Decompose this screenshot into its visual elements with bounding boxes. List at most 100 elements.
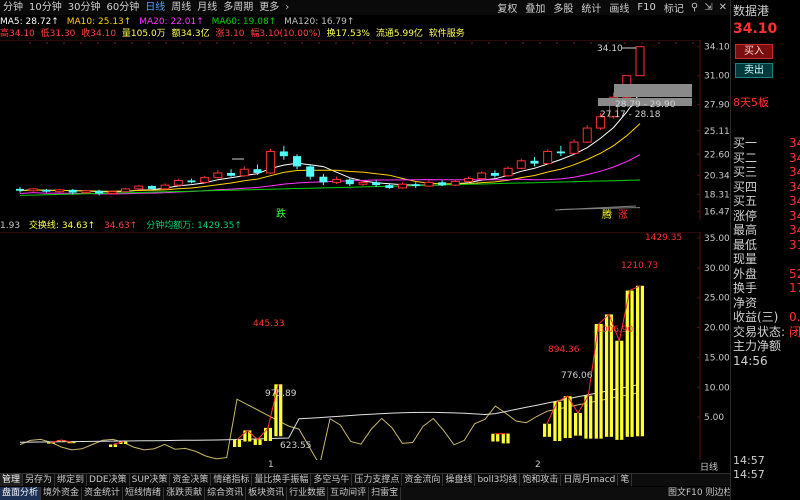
tab-fund-flow[interactable]: 资金流向 [402, 474, 444, 486]
quote-row-value: 闭 [789, 324, 800, 339]
candle-body [477, 172, 487, 180]
quote-row: 现量 [733, 252, 800, 266]
tf-30min[interactable]: 30分钟 [65, 0, 104, 15]
tab-support-resistance[interactable]: 压力支撑点 [352, 474, 403, 486]
chevron-right-icon[interactable]: › [282, 2, 292, 13]
guide-dot [505, 42, 507, 44]
quote-row-label: 外盘 [733, 266, 758, 281]
tab-manage[interactable]: 管理 [0, 474, 24, 486]
tf-1min[interactable]: 分钟 [0, 0, 26, 15]
tab-capital-stats[interactable]: 资金统计 [82, 487, 124, 500]
tf-multi-period[interactable]: 多周期 [220, 0, 256, 15]
guide-dot [131, 42, 133, 44]
tab-trade-line[interactable]: 操盘线 [443, 474, 476, 486]
sell-button[interactable]: 卖出 [735, 63, 773, 78]
time-marker-1: 1 [268, 460, 274, 470]
guide-dot [522, 42, 524, 44]
tab-sup[interactable]: SUP决策 [130, 474, 171, 486]
candle-body [121, 188, 131, 193]
quote-row-label: 换手 [733, 281, 758, 295]
guide-dot [182, 42, 184, 44]
tab-volume-ratio[interactable]: 量比换手振幅 [252, 474, 312, 486]
tab-pen[interactable]: 笔 [618, 474, 633, 486]
info-tabs: 盘面分析 境外资金 资金统计 短线情绪 涨跌贡献 综合资讯 板块资讯 行业数据 … [0, 487, 730, 500]
guide-dot [658, 42, 660, 44]
search-icon[interactable]: ⚲ [688, 2, 701, 13]
f10-button[interactable]: F10 [633, 2, 659, 13]
multi-stock-button[interactable]: 多股 [549, 0, 577, 15]
guide-dot [233, 42, 235, 44]
tab-market-analysis[interactable]: 盘面分析 [0, 487, 42, 500]
indicator-axis-label: 35.00 [704, 234, 730, 244]
tf-60min[interactable]: 60分钟 [103, 0, 142, 15]
tab-sector-news[interactable]: 板块资讯 [246, 487, 288, 500]
close-icon[interactable]: ✕ [716, 2, 730, 13]
kline-chart[interactable]: 34.10 31.00 27.90 25.11 22.60 20.34 18.31 16.47… [0, 40, 730, 220]
guide-dot [590, 42, 592, 44]
tab-risk-scan[interactable]: 扫雷宝 [369, 487, 402, 500]
guide-dot [692, 42, 694, 44]
guide-dot [471, 42, 473, 44]
quote-row-label: 最低 [733, 237, 758, 252]
tab-dde[interactable]: DDE决策 [87, 474, 130, 486]
candle-body [95, 190, 104, 194]
candle-body [319, 176, 328, 183]
period-toolbar: 分钟 10分钟 30分钟 60分钟 日线 周线 月线 多周期 更多 › 复权 叠… [0, 0, 730, 15]
tf-more[interactable]: 更多 [256, 0, 282, 15]
indicator-axis-label: 10.00 [704, 383, 730, 393]
ma5-line [19, 92, 641, 193]
candle-body [55, 189, 65, 193]
tab-bind-to[interactable]: 绑定到 [55, 474, 88, 486]
draw-line-button[interactable]: 画线 [605, 0, 633, 15]
candle-body [569, 141, 579, 154]
buy-button[interactable]: 买入 [735, 44, 773, 59]
overlay-button[interactable]: 叠加 [521, 0, 549, 15]
tab-foreign-capital[interactable]: 境外资金 [41, 487, 83, 500]
candle-body [503, 167, 513, 177]
quote-row-label: 买五 [733, 194, 758, 208]
tab-contribution[interactable]: 涨跌贡献 [164, 487, 206, 500]
tf-weekly[interactable]: 周线 [168, 0, 194, 15]
status-right: 图文F10 则边栏 [668, 487, 733, 500]
indicator-axis-label: 15.00 [704, 353, 730, 363]
candle-body [68, 189, 77, 193]
tab-industry-data[interactable]: 行业数据 [287, 487, 329, 500]
quote-row: 买一 34 [733, 136, 800, 150]
mark-button[interactable]: 标记 [660, 0, 688, 15]
candle-body [107, 191, 117, 195]
candle-body [582, 127, 592, 143]
indicator-value-label: 1006.90 [596, 325, 633, 335]
candle-body [450, 180, 460, 186]
tab-fund-decision[interactable]: 资金决策 [170, 474, 212, 486]
restore-rights-button[interactable]: 复权 [493, 0, 521, 15]
guide-dot [318, 42, 320, 44]
shrink-icon[interactable]: ⇲ [701, 2, 715, 13]
tab-save-as[interactable]: 另存为 [23, 474, 56, 486]
tf-10min[interactable]: 10分钟 [26, 0, 65, 15]
guide-dot [352, 42, 354, 44]
sidebar-toggle-link[interactable]: 则边栏 [706, 488, 733, 498]
statistics-button[interactable]: 统计 [577, 0, 605, 15]
tab-short-sentiment[interactable]: 短线情绪 [123, 487, 165, 500]
guide-dot [250, 42, 252, 44]
tab-macd[interactable]: 日周月macd [561, 474, 619, 486]
tf-daily[interactable]: 日线 [142, 0, 168, 15]
f10-text-link[interactable]: 图文F10 [668, 488, 703, 498]
tab-boll[interactable]: boll3均线 [475, 474, 521, 486]
candle-body [213, 172, 223, 179]
indicator-chart[interactable]: 35.00 30.00 25.00 20.00 15.00 10.00 5.00 445.33… [0, 232, 730, 460]
ma10-label: MA10: 25.13↑ [66, 17, 132, 27]
tab-bull-bear[interactable]: 多空马牛 [311, 474, 353, 486]
quote-row: 买三 34 [733, 165, 800, 179]
guide-dot [199, 42, 201, 44]
tab-qa[interactable]: 互动间评 [328, 487, 370, 500]
price-axis-label: 27.90 [704, 101, 730, 111]
tf-monthly[interactable]: 月线 [194, 0, 220, 15]
trade-time-2: 14:57 [733, 468, 765, 481]
guide-dot [216, 42, 218, 44]
price-axis-label: 25.11 [704, 127, 730, 137]
tab-news[interactable]: 综合资讯 [205, 487, 247, 500]
tab-saturation-attack[interactable]: 饱和攻击 [520, 474, 562, 486]
quote-row-value: 34 [789, 208, 800, 223]
tab-sentiment-index[interactable]: 情绪指标 [211, 474, 253, 486]
